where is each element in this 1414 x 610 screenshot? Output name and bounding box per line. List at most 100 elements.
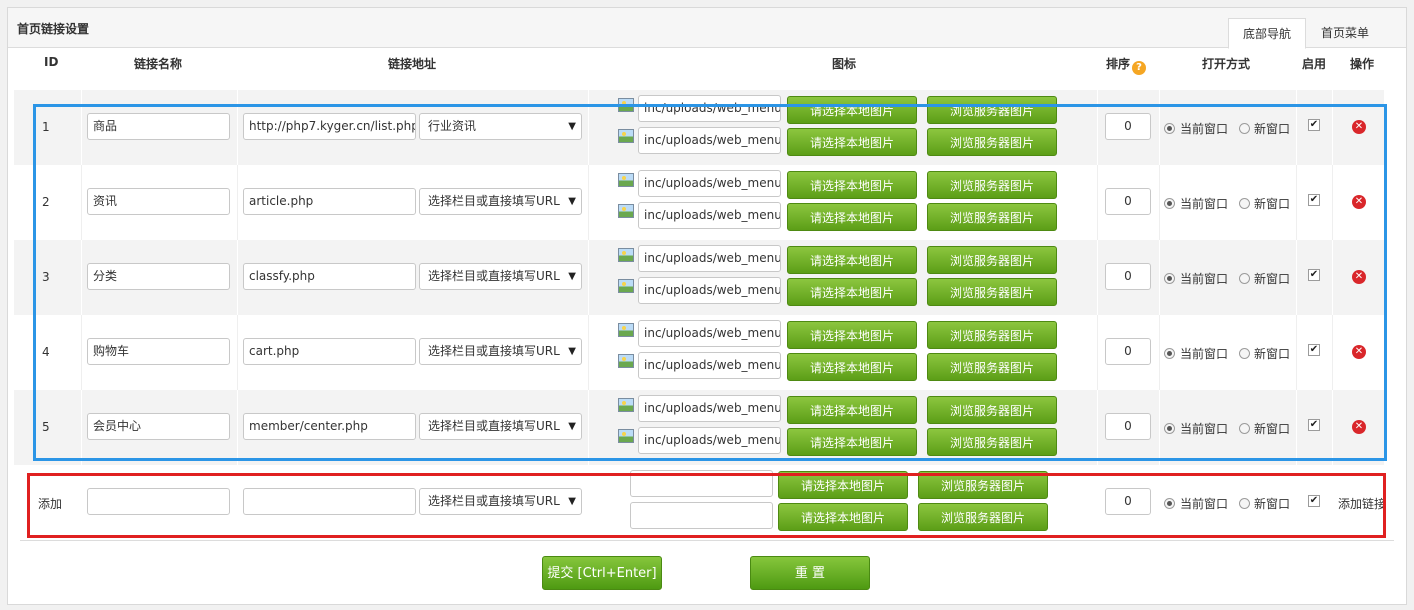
question-mark-icon[interactable]: ? bbox=[1132, 61, 1147, 75]
open-current-window-radio[interactable] bbox=[1164, 423, 1175, 434]
select-local-image-button[interactable]: 请选择本地图片 bbox=[787, 246, 917, 274]
category-select[interactable]: 选择栏目或直接填写URL ▼ bbox=[419, 188, 582, 215]
select-local-image-button[interactable]: 请选择本地图片 bbox=[787, 96, 917, 124]
browse-server-image-button[interactable]: 浏览服务器图片 bbox=[927, 353, 1057, 381]
delete-icon[interactable]: ✕ bbox=[1352, 420, 1366, 434]
link-url-input[interactable]: http://php7.kyger.cn/list.php bbox=[243, 113, 416, 140]
category-select[interactable]: 选择栏目或直接填写URL ▼ bbox=[419, 338, 582, 365]
select-local-image-button[interactable]: 请选择本地图片 bbox=[787, 278, 917, 306]
select-local-image-button[interactable]: 请选择本地图片 bbox=[787, 171, 917, 199]
add-category-select[interactable]: 选择栏目或直接填写URL ▼ bbox=[419, 488, 582, 515]
link-url-input[interactable]: classfy.php bbox=[243, 263, 416, 290]
column-divider bbox=[81, 165, 82, 240]
browse-server-image-button[interactable]: 浏览服务器图片 bbox=[927, 428, 1057, 456]
browse-server-image-button[interactable]: 浏览服务器图片 bbox=[927, 246, 1057, 274]
column-divider bbox=[237, 390, 238, 465]
add-local-image-button-1[interactable]: 请选择本地图片 bbox=[778, 471, 908, 499]
delete-icon[interactable]: ✕ bbox=[1352, 345, 1366, 359]
icon-path-input-1[interactable]: inc/uploads/web_menu bbox=[638, 395, 781, 422]
browse-server-image-button[interactable]: 浏览服务器图片 bbox=[927, 203, 1057, 231]
sort-input[interactable]: 0 bbox=[1105, 263, 1151, 290]
icon-path-input-2[interactable]: inc/uploads/web_menu bbox=[638, 352, 781, 379]
link-url-input[interactable]: article.php bbox=[243, 188, 416, 215]
enable-checkbox[interactable]: ✔ bbox=[1308, 419, 1320, 431]
add-open-current-radio[interactable] bbox=[1164, 498, 1175, 509]
open-new-window-radio[interactable] bbox=[1239, 123, 1250, 134]
enable-checkbox[interactable]: ✔ bbox=[1308, 119, 1320, 131]
open-current-window-radio[interactable] bbox=[1164, 348, 1175, 359]
add-server-image-button-2[interactable]: 浏览服务器图片 bbox=[918, 503, 1048, 531]
add-category-value: 选择栏目或直接填写URL bbox=[428, 494, 560, 508]
link-name-input[interactable]: 会员中心 bbox=[87, 413, 230, 440]
delete-icon[interactable]: ✕ bbox=[1352, 195, 1366, 209]
open-current-window-label: 当前窗口 bbox=[1180, 122, 1229, 136]
add-link-action[interactable]: 添加链接 bbox=[1338, 495, 1386, 512]
link-name-input[interactable]: 商品 bbox=[87, 113, 230, 140]
link-url-input[interactable]: member/center.php bbox=[243, 413, 416, 440]
browse-server-image-button[interactable]: 浏览服务器图片 bbox=[927, 128, 1057, 156]
open-new-window-radio[interactable] bbox=[1239, 198, 1250, 209]
add-url-input[interactable] bbox=[243, 488, 416, 515]
add-icon-input-1[interactable] bbox=[630, 470, 773, 497]
add-enable-checkbox[interactable]: ✔ bbox=[1308, 495, 1320, 507]
link-name-input[interactable]: 分类 bbox=[87, 263, 230, 290]
open-new-window-label: 新窗口 bbox=[1254, 422, 1291, 436]
image-icon bbox=[618, 173, 634, 187]
browse-server-image-button[interactable]: 浏览服务器图片 bbox=[927, 321, 1057, 349]
category-select-value: 选择栏目或直接填写URL bbox=[428, 194, 560, 208]
icon-path-input-2[interactable]: inc/uploads/web_menu bbox=[638, 202, 781, 229]
browse-server-image-button[interactable]: 浏览服务器图片 bbox=[927, 96, 1057, 124]
open-new-window-radio[interactable] bbox=[1239, 273, 1250, 284]
icon-path-input-1[interactable]: inc/uploads/web_menu bbox=[638, 245, 781, 272]
column-divider bbox=[588, 390, 589, 465]
delete-icon[interactable]: ✕ bbox=[1352, 120, 1366, 134]
add-name-input[interactable] bbox=[87, 488, 230, 515]
open-new-window-radio[interactable] bbox=[1239, 348, 1250, 359]
tab-home-menu[interactable]: 首页菜单 bbox=[1306, 18, 1384, 49]
link-url-input[interactable]: cart.php bbox=[243, 338, 416, 365]
select-local-image-button[interactable]: 请选择本地图片 bbox=[787, 203, 917, 231]
add-icon-input-2[interactable] bbox=[630, 502, 773, 529]
select-local-image-button[interactable]: 请选择本地图片 bbox=[787, 353, 917, 381]
select-local-image-button[interactable]: 请选择本地图片 bbox=[787, 396, 917, 424]
open-current-window-radio[interactable] bbox=[1164, 198, 1175, 209]
category-select[interactable]: 选择栏目或直接填写URL ▼ bbox=[419, 263, 582, 290]
icon-path-input-1[interactable]: inc/uploads/web_menu bbox=[638, 95, 781, 122]
delete-icon[interactable]: ✕ bbox=[1352, 270, 1366, 284]
select-local-image-button[interactable]: 请选择本地图片 bbox=[787, 128, 917, 156]
image-icon bbox=[618, 398, 634, 412]
open-current-window-radio[interactable] bbox=[1164, 123, 1175, 134]
icon-path-input-2[interactable]: inc/uploads/web_menu bbox=[638, 277, 781, 304]
column-divider bbox=[1332, 165, 1333, 240]
add-server-image-button-1[interactable]: 浏览服务器图片 bbox=[918, 471, 1048, 499]
enable-checkbox[interactable]: ✔ bbox=[1308, 194, 1320, 206]
sort-input[interactable]: 0 bbox=[1105, 113, 1151, 140]
icon-path-input-1[interactable]: inc/uploads/web_menu bbox=[638, 320, 781, 347]
open-current-window-radio[interactable] bbox=[1164, 273, 1175, 284]
add-local-image-button-2[interactable]: 请选择本地图片 bbox=[778, 503, 908, 531]
category-select[interactable]: 选择栏目或直接填写URL ▼ bbox=[419, 413, 582, 440]
enable-checkbox[interactable]: ✔ bbox=[1308, 344, 1320, 356]
link-name-input[interactable]: 资讯 bbox=[87, 188, 230, 215]
reset-button[interactable]: 重 置 bbox=[750, 556, 870, 590]
link-name-input[interactable]: 购物车 bbox=[87, 338, 230, 365]
category-select[interactable]: 行业资讯 ▼ bbox=[419, 113, 582, 140]
sort-input[interactable]: 0 bbox=[1105, 188, 1151, 215]
sort-input[interactable]: 0 bbox=[1105, 338, 1151, 365]
submit-button[interactable]: 提交 [Ctrl+Enter] bbox=[542, 556, 662, 590]
tab-bottom-nav[interactable]: 底部导航 bbox=[1228, 18, 1306, 49]
enable-checkbox[interactable]: ✔ bbox=[1308, 269, 1320, 281]
add-sort-input[interactable]: 0 bbox=[1105, 488, 1151, 515]
add-open-new-radio[interactable] bbox=[1239, 498, 1250, 509]
browse-server-image-button[interactable]: 浏览服务器图片 bbox=[927, 278, 1057, 306]
icon-path-input-2[interactable]: inc/uploads/web_menu bbox=[638, 127, 781, 154]
open-new-window-radio[interactable] bbox=[1239, 423, 1250, 434]
icon-path-input-2[interactable]: inc/uploads/web_menu bbox=[638, 427, 781, 454]
select-local-image-button[interactable]: 请选择本地图片 bbox=[787, 428, 917, 456]
select-local-image-button[interactable]: 请选择本地图片 bbox=[787, 321, 917, 349]
icon-path-input-1[interactable]: inc/uploads/web_menu bbox=[638, 170, 781, 197]
column-divider bbox=[1159, 315, 1160, 390]
browse-server-image-button[interactable]: 浏览服务器图片 bbox=[927, 396, 1057, 424]
sort-input[interactable]: 0 bbox=[1105, 413, 1151, 440]
browse-server-image-button[interactable]: 浏览服务器图片 bbox=[927, 171, 1057, 199]
